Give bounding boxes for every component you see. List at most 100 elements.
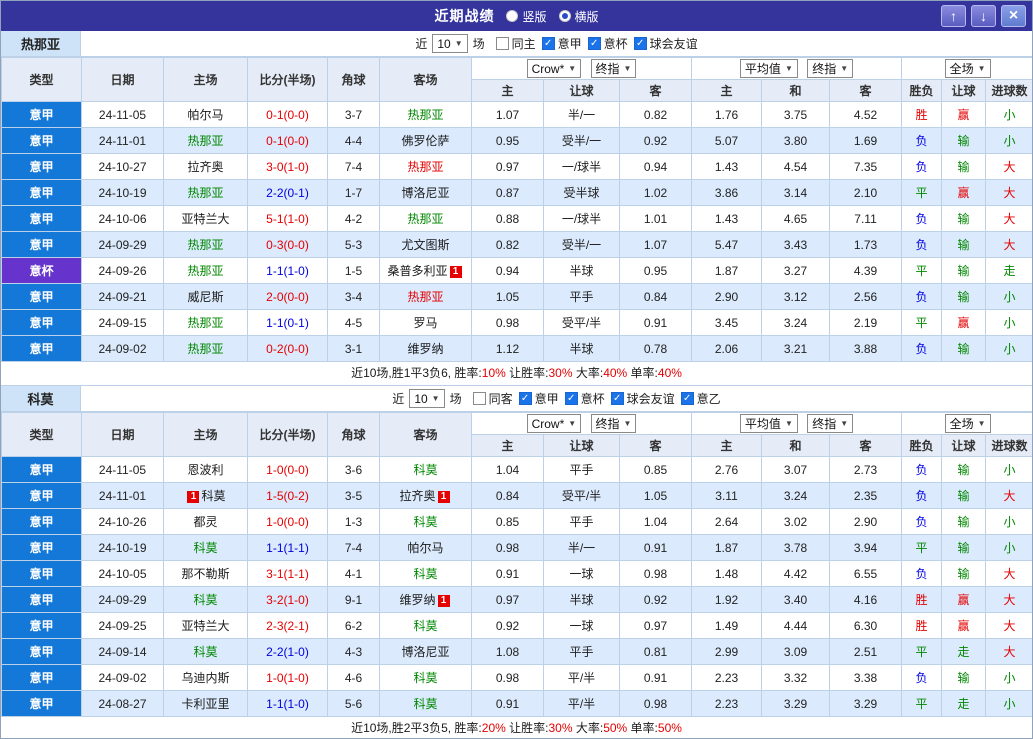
avg-away: 3.29 <box>829 690 903 717</box>
result-goals: 小 <box>985 309 1032 336</box>
checkbox-icon[interactable]: ✓ <box>680 392 694 405</box>
average-select-value: 平均值 <box>744 62 781 76</box>
odds-away: 0.82 <box>618 101 693 128</box>
col-header-away: 客场 <box>379 57 472 102</box>
result-outcome: 负 <box>901 283 943 310</box>
up-arrow-icon: ↑ <box>950 8 957 24</box>
odds-handicap: 平手 <box>543 456 620 483</box>
radio-icon[interactable] <box>558 10 571 22</box>
filter-checkbox-同客[interactable]: 同客 <box>472 390 513 407</box>
bookmaker-select[interactable]: Crow* ▼ <box>526 414 582 434</box>
scroll-down-button[interactable]: ↓ <box>971 5 996 27</box>
team-name-text: 乌迪内斯 <box>181 671 230 685</box>
checkbox-icon[interactable] <box>472 392 486 405</box>
chevron-down-icon: ▼ <box>568 419 577 429</box>
bookmaker-select[interactable]: Crow* ▼ <box>526 59 582 79</box>
odds-home: 0.94 <box>471 257 544 284</box>
date-cell: 24-11-05 <box>81 101 164 128</box>
result-outcome: 负 <box>901 127 943 154</box>
average-time-select[interactable]: 终指 ▼ <box>807 414 854 433</box>
average-select[interactable]: 平均值 ▼ <box>739 414 798 433</box>
chevron-down-icon: ▼ <box>840 419 849 428</box>
checkbox-icon[interactable]: ✓ <box>541 37 555 50</box>
layout-radio-vertical[interactable]: 竖版 <box>506 8 547 25</box>
avg-home: 1.49 <box>691 612 763 639</box>
score-cell: 1-5(0-2) <box>247 482 328 509</box>
near-label: 近 <box>415 37 428 51</box>
checkbox-icon[interactable]: ✓ <box>587 37 601 50</box>
checkbox-icon[interactable]: ✓ <box>633 37 647 50</box>
radio-icon[interactable] <box>506 10 519 22</box>
col-header-score: 比分(半场) <box>247 412 328 457</box>
score-cell: 5-1(1-0) <box>247 205 328 232</box>
red-card-badge: 1 <box>437 595 450 607</box>
close-icon: × <box>1008 7 1019 24</box>
close-button[interactable]: × <box>1001 5 1026 27</box>
match-count-select[interactable]: 10 ▼ <box>409 389 445 408</box>
team-name-text: 热那亚 <box>407 290 444 304</box>
result-handicap: 输 <box>941 257 987 284</box>
section-team-name: 科莫 <box>1 386 81 411</box>
result-goals: 小 <box>985 534 1032 561</box>
team-name-text: 科莫 <box>413 619 438 633</box>
corners-cell: 3-5 <box>327 482 380 509</box>
score-cell: 0-1(0-0) <box>247 101 328 128</box>
avg-away: 4.52 <box>829 101 903 128</box>
recent-results-window: 近期战绩 竖版 横版 ↑ ↓ × 热那亚 近 10 ▼ 场 同主 ✓ 意甲 ✓ 意杯 ✓ 球会… <box>0 0 1033 739</box>
filter-checkbox-意甲[interactable]: ✓ 意甲 <box>518 390 559 407</box>
filter-checkbox-意乙[interactable]: ✓ 意乙 <box>680 390 721 407</box>
col-header-date: 日期 <box>81 57 164 102</box>
checkbox-icon[interactable]: ✓ <box>610 392 624 405</box>
avg-away: 7.35 <box>829 153 903 180</box>
result-goals: 大 <box>985 586 1032 613</box>
layout-radio-horizontal[interactable]: 横版 <box>558 8 599 25</box>
sub-header-avg-draw: 和 <box>761 434 831 457</box>
result-outcome: 平 <box>901 309 943 336</box>
chevron-down-icon: ▼ <box>568 64 577 74</box>
checkbox-label: 意乙 <box>696 392 721 406</box>
filter-checkbox-意杯[interactable]: ✓ 意杯 <box>587 35 628 52</box>
summary-segment: 大率: <box>572 721 604 735</box>
checkbox-label: 意甲 <box>534 392 559 406</box>
result-handicap: 输 <box>941 205 987 232</box>
titlebar: 近期战绩 竖版 横版 ↑ ↓ × <box>1 1 1032 31</box>
filter-checkbox-球会友谊[interactable]: ✓ 球会友谊 <box>610 390 675 407</box>
avg-away: 3.38 <box>829 664 903 691</box>
filter-checkbox-同主[interactable]: 同主 <box>495 35 536 52</box>
avg-away: 2.19 <box>829 309 903 336</box>
match-count-select[interactable]: 10 ▼ <box>432 34 468 53</box>
checkbox-icon[interactable] <box>495 37 509 50</box>
avg-draw: 3.40 <box>761 586 831 613</box>
odds-home: 1.04 <box>471 456 544 483</box>
away-team: 博洛尼亚 <box>379 638 472 665</box>
checkbox-icon[interactable]: ✓ <box>518 392 532 405</box>
checkbox-icon[interactable]: ✓ <box>564 392 578 405</box>
filter-checkbox-意甲[interactable]: ✓ 意甲 <box>541 35 582 52</box>
fulltime-select[interactable]: 全场 ▼ <box>944 414 991 433</box>
average-select[interactable]: 平均值 ▼ <box>739 59 798 78</box>
match-row: 意甲 24-10-26 都灵 1-0(0-0) 1-3 科莫 0.85 平手 1.04 2.64 3… <box>1 508 1032 535</box>
scroll-up-button[interactable]: ↑ <box>941 5 966 27</box>
result-handicap: 输 <box>941 508 987 535</box>
date-cell: 24-10-27 <box>81 153 164 180</box>
odds-away: 1.02 <box>618 179 693 206</box>
avg-away: 4.16 <box>829 586 903 613</box>
fulltime-select[interactable]: 全场 ▼ <box>944 59 991 78</box>
corners-cell: 4-3 <box>327 638 380 665</box>
home-team: 威尼斯 <box>163 283 248 310</box>
filter-checkbox-球会友谊[interactable]: ✓ 球会友谊 <box>633 35 698 52</box>
filter-checkbox-意杯[interactable]: ✓ 意杯 <box>564 390 605 407</box>
corners-cell: 1-3 <box>327 508 380 535</box>
odds-away: 0.85 <box>618 456 693 483</box>
result-outcome: 负 <box>901 153 943 180</box>
handicap-time-select[interactable]: 终指 ▼ <box>590 413 637 433</box>
red-card-badge: 1 <box>187 491 200 503</box>
avg-away: 3.88 <box>829 335 903 362</box>
score-cell: 1-0(1-0) <box>247 664 328 691</box>
average-time-select[interactable]: 终指 ▼ <box>807 59 854 78</box>
avg-home: 2.64 <box>691 508 763 535</box>
odds-home: 0.88 <box>471 205 544 232</box>
odds-home: 1.12 <box>471 335 544 362</box>
result-goals: 走 <box>985 257 1032 284</box>
handicap-time-select[interactable]: 终指 ▼ <box>590 58 637 78</box>
